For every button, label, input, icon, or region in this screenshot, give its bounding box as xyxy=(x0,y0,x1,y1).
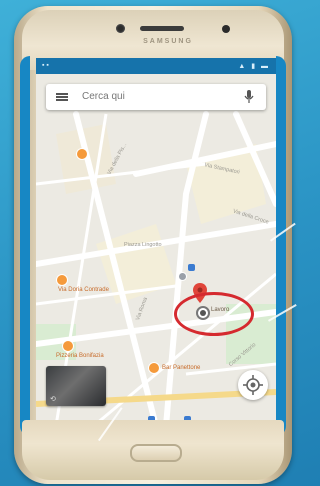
phone-bottom-bezel xyxy=(22,420,284,480)
poi-label: Via Doria Contrade xyxy=(58,287,109,293)
street-label: Piazza Lingotto xyxy=(124,242,162,248)
poi-label: Bar Panettone xyxy=(162,365,201,371)
curved-edge-right xyxy=(276,56,286,436)
front-camera xyxy=(116,24,125,33)
status-bar: ▪ ▪ ▲ ▮ ▬ xyxy=(36,58,276,74)
poi-marker[interactable] xyxy=(178,272,187,281)
poi-marker[interactable] xyxy=(76,148,88,160)
notification-icons: ▪ ▪ xyxy=(42,62,49,69)
map-view[interactable]: Via della Pis... Via Stampatori Via dell… xyxy=(36,74,276,426)
system-status-icons: ▲ ▮ ▬ xyxy=(238,63,270,70)
menu-icon[interactable] xyxy=(56,93,68,101)
smartphone: SAMSUNG ▪ ▪ ▲ ▮ ▬ Via della Pis... Via S… xyxy=(14,6,292,484)
brand-logo: SAMSUNG xyxy=(143,38,193,45)
phone-screen: ▪ ▪ ▲ ▮ ▬ Via della Pis... Via Stampator… xyxy=(36,58,276,426)
poi-marker[interactable] xyxy=(62,340,74,352)
poi-marker[interactable] xyxy=(148,362,160,374)
curved-edge-left xyxy=(20,56,30,436)
my-location-button[interactable] xyxy=(238,370,268,400)
street-view-icon: ⟲ xyxy=(50,396,56,403)
crosshair-icon xyxy=(243,375,263,395)
home-button[interactable] xyxy=(130,444,182,462)
bus-stop-icon[interactable] xyxy=(188,264,195,271)
earpiece-speaker xyxy=(140,26,184,31)
street-view-thumbnail[interactable]: ⟲ xyxy=(46,366,106,406)
poi-marker[interactable] xyxy=(56,274,68,286)
microphone-icon[interactable] xyxy=(244,90,254,104)
proximity-sensor xyxy=(222,25,230,33)
search-input[interactable]: Cerca qui xyxy=(82,91,125,102)
poi-label: Pizzeria Bonifazia xyxy=(56,353,104,359)
highlight-circle xyxy=(174,292,254,336)
search-bar[interactable]: Cerca qui xyxy=(46,84,266,110)
